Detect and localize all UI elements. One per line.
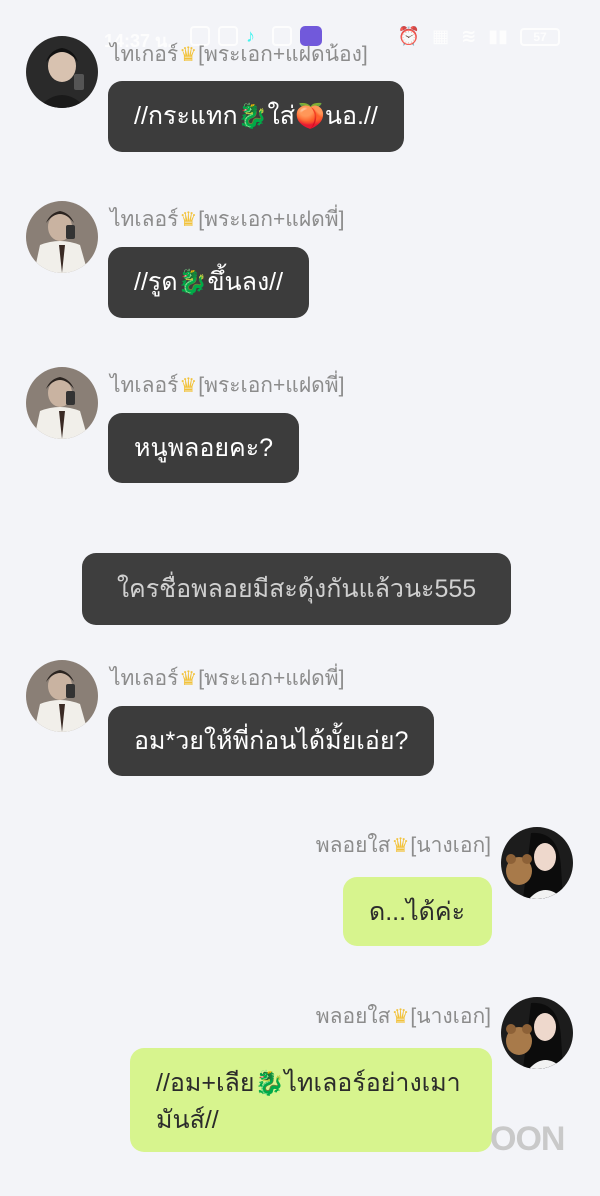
avatar-tyler[interactable] bbox=[26, 660, 98, 732]
signal-icon: ▮▮ bbox=[488, 26, 508, 46]
avatar-image bbox=[26, 36, 98, 108]
sender-name: ไทเลอร์♛[พระเอก+แฝดพี่] bbox=[110, 208, 345, 231]
crown-icon: ♛ bbox=[391, 1006, 410, 1028]
crown-icon: ♛ bbox=[179, 209, 198, 231]
peach-emoji: 🍑 bbox=[294, 103, 325, 130]
message-bubble[interactable]: หนูพลอยคะ? bbox=[108, 413, 300, 483]
avatar-tyler[interactable] bbox=[26, 201, 98, 273]
message-bubble[interactable]: //กระแทก🐉ใส่🍑นอ.// bbox=[108, 81, 404, 152]
avatar-image bbox=[26, 201, 98, 273]
avatar-ploy[interactable] bbox=[501, 827, 573, 899]
crown-icon: ♛ bbox=[391, 835, 410, 857]
avatar-image bbox=[26, 367, 98, 439]
vibrate-icon: ▦ bbox=[432, 26, 450, 46]
sender-name: ไทเกอร์♛[พระเอก+แฝดน้อง] bbox=[110, 43, 368, 66]
message-bubble[interactable]: //รูด🐉ขึ้นลง// bbox=[108, 247, 310, 318]
crown-icon: ♛ bbox=[179, 375, 198, 397]
crown-icon: ♛ bbox=[179, 668, 198, 690]
alarm-icon: ⏰ bbox=[397, 26, 421, 46]
sender-name: ไทเลอร์♛[พระเอก+แฝดพี่] bbox=[110, 667, 345, 690]
sender-name: พลอยใส♛[นางเอก] bbox=[315, 1005, 491, 1028]
narration-box: ใครชื่อพลอยมีสะดุ้งกันแล้วนะ555 bbox=[82, 553, 511, 625]
dragon-emoji: 🐉 bbox=[254, 1070, 285, 1097]
battery-icon: 57 bbox=[520, 27, 560, 46]
wifi-icon: ≋ bbox=[461, 26, 477, 46]
sender-name: พลอยใส♛[นางเอก] bbox=[315, 834, 491, 857]
dragon-emoji: 🐉 bbox=[177, 269, 208, 296]
avatar-ploy[interactable] bbox=[501, 997, 573, 1069]
system-icons: ⏰ ▦ ≋ ▮▮ 57 bbox=[398, 26, 560, 47]
dragon-emoji: 🐉 bbox=[237, 103, 268, 130]
message-bubble[interactable]: ด...ได้ค่ะ bbox=[343, 877, 492, 946]
avatar-tiger[interactable] bbox=[26, 36, 98, 108]
watermark-logo: OON bbox=[490, 1120, 565, 1158]
avatar-tyler[interactable] bbox=[26, 367, 98, 439]
sender-name: ไทเลอร์♛[พระเอก+แฝดพี่] bbox=[110, 374, 345, 397]
avatar-image bbox=[501, 997, 573, 1069]
avatar-image bbox=[501, 827, 573, 899]
message-bubble[interactable]: //อม+เลีย🐉ไทเลอร์อย่างเมามันส์// bbox=[130, 1048, 492, 1152]
crown-icon: ♛ bbox=[179, 44, 198, 66]
avatar-image bbox=[26, 660, 98, 732]
message-bubble[interactable]: อม*วยให้พี่ก่อนได้มั้ยเอ่ย? bbox=[108, 706, 435, 776]
